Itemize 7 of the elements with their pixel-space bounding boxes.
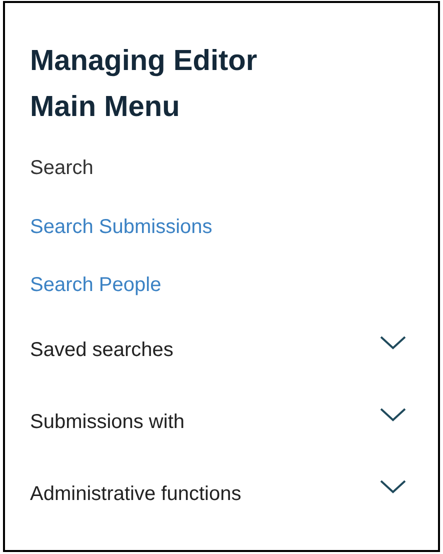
section-label: Search [30, 156, 94, 181]
collapsible-section[interactable]: Submissions with [30, 396, 410, 448]
collapsible-section[interactable]: Saved searches [30, 324, 410, 376]
menu-link[interactable]: Search People [30, 266, 162, 304]
menu-title: Managing Editor Main Menu [30, 44, 258, 125]
collapsible-section[interactable]: Administrative functions [30, 468, 410, 520]
menu-link[interactable]: Search Submissions [30, 208, 212, 246]
